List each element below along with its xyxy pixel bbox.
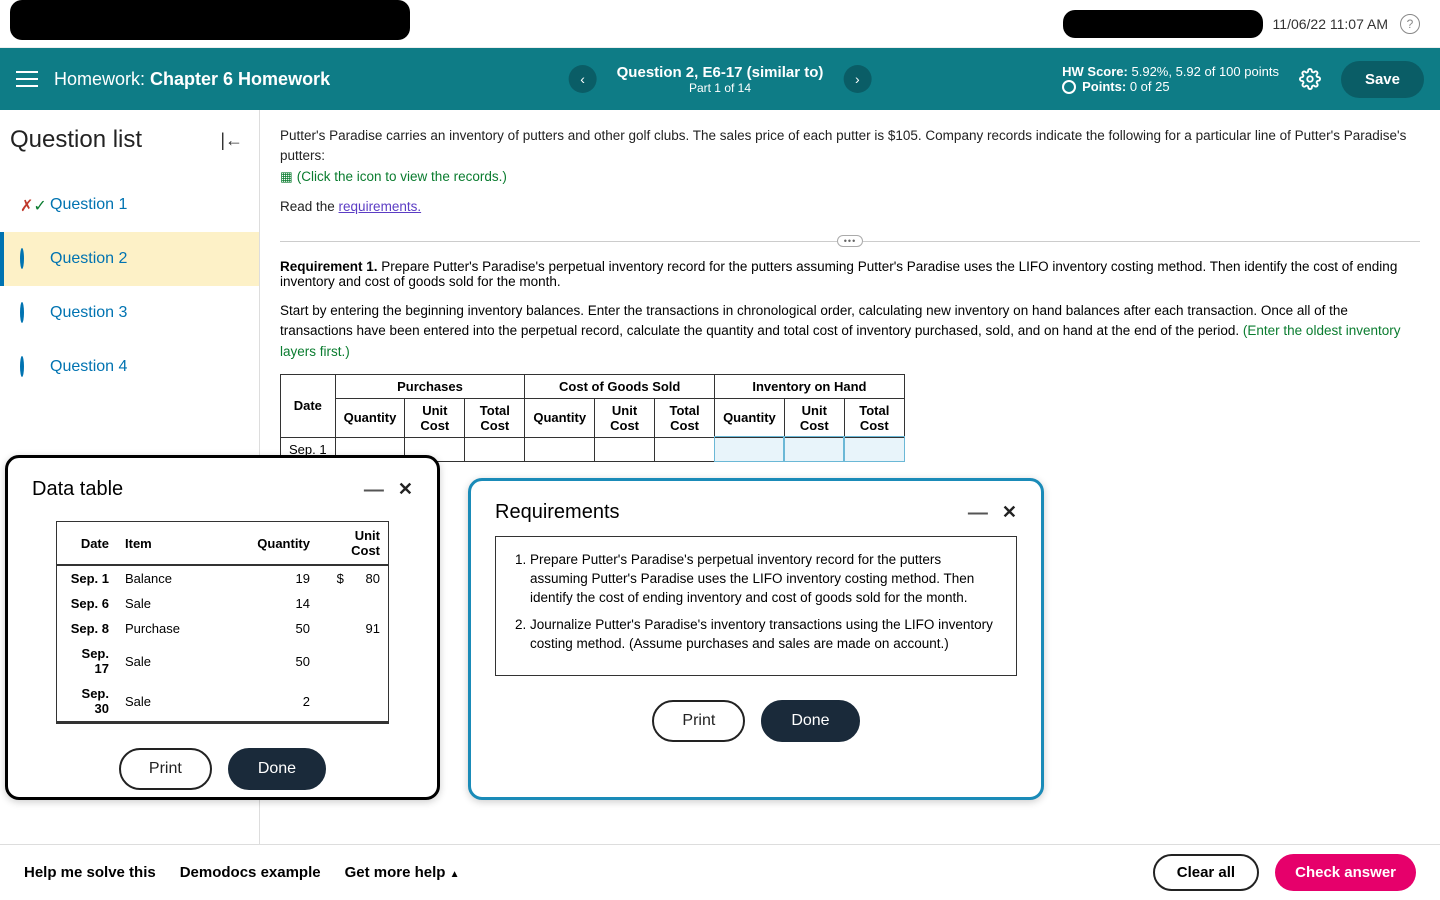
section-divider[interactable]: ••• [837, 235, 863, 247]
check-answer-button[interactable]: Check answer [1275, 854, 1416, 891]
partial-credit-icon: ✗✓ [20, 196, 38, 214]
more-help-dropdown[interactable]: Get more help ▲ [345, 864, 460, 881]
help-solve-link[interactable]: Help me solve this [24, 864, 156, 881]
col-unit-cost: Unit Cost [318, 522, 388, 565]
done-button[interactable]: Done [761, 700, 859, 742]
sidebar-item-question-3[interactable]: Question 3 [0, 286, 259, 340]
popup-title: Requirements [495, 501, 620, 524]
sidebar-item-question-2[interactable]: Question 2 [0, 232, 259, 286]
intro-text: Putter's Paradise carries an inventory o… [280, 126, 1420, 187]
group-on-hand: Inventory on Hand [715, 374, 905, 398]
quantity-input[interactable] [715, 437, 785, 461]
collapse-sidebar-icon[interactable]: |← [220, 130, 243, 151]
group-cogs: Cost of Goods Sold [525, 374, 715, 398]
close-icon[interactable]: ✕ [398, 479, 413, 500]
score-display: HW Score: 5.92%, 5.92 of 100 points Poin… [1062, 64, 1279, 94]
col-header: Quantity [715, 398, 785, 437]
popup-title: Data table [32, 478, 123, 501]
col-header: Total Cost [844, 398, 904, 437]
print-button[interactable]: Print [119, 748, 212, 790]
print-button[interactable]: Print [652, 700, 745, 742]
sidebar-title: Question list [10, 126, 142, 154]
timestamp: 11/06/22 11:07 AM [1273, 16, 1388, 32]
minimize-icon[interactable]: — [968, 509, 988, 517]
sidebar-item-label: Question 4 [50, 358, 127, 376]
homework-title: Homework: Chapter 6 Homework [54, 69, 330, 90]
clear-all-button[interactable]: Clear all [1153, 854, 1259, 891]
unit-cost-input[interactable] [784, 437, 844, 461]
minimize-icon[interactable]: — [364, 486, 384, 494]
requirements-list: Prepare Putter's Paradise's perpetual in… [495, 536, 1017, 676]
done-button[interactable]: Done [228, 748, 326, 790]
table-row: Sep. 8Purchase5091 [57, 616, 388, 641]
settings-icon[interactable] [1299, 68, 1321, 90]
sidebar-item-question-1[interactable]: ✗✓ Question 1 [0, 178, 259, 232]
col-item: Item [117, 522, 219, 565]
data-table-popup: Data table — ✕ Date Item Quantity Unit C… [5, 455, 440, 800]
points-circle-icon [1062, 80, 1076, 94]
sidebar-item-label: Question 1 [50, 196, 127, 214]
col-header: Total Cost [465, 398, 525, 437]
cell[interactable] [655, 437, 715, 461]
cell[interactable] [465, 437, 525, 461]
sidebar-item-label: Question 3 [50, 304, 127, 322]
points-value: 0 of 25 [1130, 79, 1170, 94]
requirement-1: Requirement 1. Prepare Putter's Paradise… [280, 259, 1420, 289]
close-icon[interactable]: ✕ [1002, 502, 1017, 523]
table-icon[interactable]: ▦ [280, 169, 293, 184]
unattempted-icon [20, 304, 38, 322]
question-part: Part 1 of 14 [617, 81, 824, 95]
unattempted-icon [20, 358, 38, 376]
table-row: Sep. 17Sale50 [57, 641, 388, 681]
table-row: Sep. 30Sale2 [57, 681, 388, 722]
hw-score-value: 5.92%, 5.92 of 100 points [1132, 64, 1279, 79]
view-records-link[interactable]: (Click the icon to view the records.) [297, 169, 507, 184]
redacted-region [1063, 10, 1263, 38]
next-question-button[interactable]: › [843, 65, 871, 93]
col-qty: Quantity [219, 522, 318, 565]
question-title: Question 2, E6-17 (similar to) [617, 64, 824, 81]
perpetual-inventory-table: Date Purchases Cost of Goods Sold Invent… [280, 374, 905, 462]
requirements-popup: Requirements — ✕ Prepare Putter's Paradi… [468, 478, 1044, 800]
cell[interactable] [595, 437, 655, 461]
requirement-item: Journalize Putter's Paradise's inventory… [530, 616, 1000, 654]
points-label: Points: [1082, 79, 1126, 94]
total-cost-input[interactable] [844, 437, 904, 461]
question-nav: ‹ Question 2, E6-17 (similar to) Part 1 … [569, 64, 872, 95]
homework-name: Chapter 6 Homework [150, 69, 330, 89]
col-date: Date [281, 374, 336, 437]
read-requirements: Read the requirements. [280, 197, 1420, 217]
help-icon[interactable]: ? [1400, 14, 1420, 34]
sidebar-item-question-4[interactable]: Question 4 [0, 340, 259, 394]
col-header: Unit Cost [595, 398, 655, 437]
cell[interactable] [525, 437, 595, 461]
save-button[interactable]: Save [1341, 61, 1424, 98]
group-purchases: Purchases [335, 374, 525, 398]
caret-up-icon: ▲ [450, 869, 460, 880]
footer-bar: Help me solve this Demodocs example Get … [0, 844, 1440, 900]
requirement-item: Prepare Putter's Paradise's perpetual in… [530, 551, 1000, 608]
col-header: Quantity [335, 398, 405, 437]
redacted-region [10, 0, 410, 40]
table-row: Sep. 6Sale14 [57, 591, 388, 616]
homework-prefix: Homework: [54, 69, 150, 89]
requirements-link[interactable]: requirements. [339, 199, 422, 214]
col-date: Date [57, 522, 117, 565]
sidebar-item-label: Question 2 [50, 250, 127, 268]
prev-question-button[interactable]: ‹ [569, 65, 597, 93]
top-bar: 11/06/22 11:07 AM ? [0, 0, 1440, 48]
col-header: Unit Cost [784, 398, 844, 437]
records-table: Date Item Quantity Unit Cost Sep. 1Balan… [57, 522, 388, 723]
table-row: Sep. 1Balance19$ 80 [57, 565, 388, 591]
unattempted-icon [20, 250, 38, 268]
instructions-text: Start by entering the beginning inventor… [280, 301, 1420, 362]
col-header: Total Cost [655, 398, 715, 437]
menu-icon[interactable] [16, 71, 38, 87]
col-header: Quantity [525, 398, 595, 437]
hw-score-label: HW Score: [1062, 64, 1128, 79]
col-header: Unit Cost [405, 398, 465, 437]
assignment-header: Homework: Chapter 6 Homework ‹ Question … [0, 48, 1440, 110]
demodocs-link[interactable]: Demodocs example [180, 864, 321, 881]
